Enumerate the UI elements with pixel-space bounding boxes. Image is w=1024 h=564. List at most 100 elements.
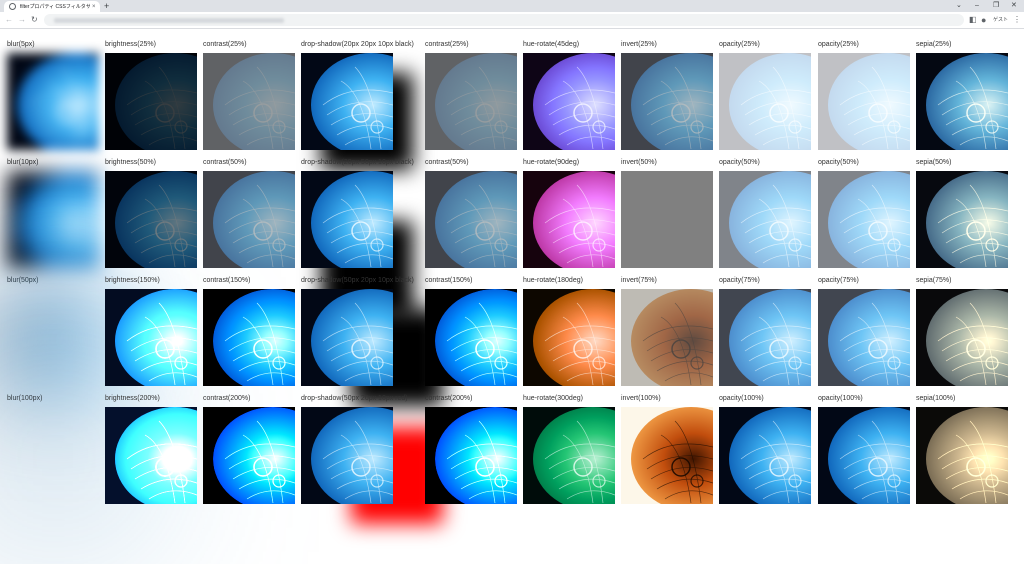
tab-bar: filterプロパティ CSSフィルタサンプル × + ⌄ – ❐ ✕: [0, 0, 1024, 12]
filter-label: contrast(200%): [425, 395, 473, 402]
browser-tab[interactable]: filterプロパティ CSSフィルタサンプル ×: [4, 1, 100, 12]
filter-label: brightness(200%): [105, 395, 160, 402]
filter-label: opacity(100%): [719, 395, 764, 402]
jellyfish-image: [916, 53, 1008, 150]
jellyfish-image: [425, 407, 517, 504]
jellyfish-image: [301, 53, 393, 150]
jellyfish-image: [105, 171, 197, 268]
filter-label: invert(25%): [621, 41, 657, 48]
filter-label: brightness(25%): [105, 41, 156, 48]
filter-label: contrast(150%): [425, 277, 473, 284]
jellyfish-image: [916, 171, 1008, 268]
jellyfish-image: [425, 289, 517, 386]
filter-label: hue-rotate(45deg): [523, 41, 580, 48]
filter-label: sepia(50%): [916, 159, 952, 166]
jellyfish-image: [818, 289, 910, 386]
jellyfish-image: [621, 53, 713, 150]
jellyfish-image: [916, 407, 1008, 504]
filter-label: brightness(150%): [105, 277, 160, 284]
filter-label: contrast(25%): [425, 41, 469, 48]
jellyfish-image: [425, 53, 517, 150]
forward-icon[interactable]: →: [18, 15, 26, 25]
menu-icon[interactable]: ⋮: [1013, 14, 1021, 26]
jellyfish-image: [105, 53, 197, 150]
jellyfish-image: [7, 171, 99, 268]
filter-label: opacity(100%): [818, 395, 863, 402]
profile-icon[interactable]: ●: [981, 14, 986, 26]
jellyfish-image: [621, 407, 713, 504]
filter-label: opacity(50%): [818, 159, 859, 166]
filter-label: drop-shadow(50px 20px 10px black): [301, 277, 414, 284]
filter-label: sepia(100%): [916, 395, 956, 402]
jellyfish-image: [203, 289, 295, 386]
filter-label: contrast(25%): [203, 41, 247, 48]
jellyfish-image: [523, 407, 615, 504]
jellyfish-image: [301, 171, 393, 268]
filter-grid: blur(5px) blur(10px) blur(50px) blur(100…: [0, 30, 1024, 564]
jellyfish-image: [301, 407, 393, 504]
globe-icon: [9, 3, 16, 10]
jellyfish-image: [203, 53, 295, 150]
filter-label: contrast(50%): [203, 159, 247, 166]
jellyfish-image: [621, 289, 713, 386]
back-icon[interactable]: ←: [5, 15, 13, 25]
jellyfish-image: [7, 53, 99, 150]
jellyfish-image: [719, 53, 811, 150]
filter-label: blur(50px): [7, 277, 39, 284]
filter-label: brightness(50%): [105, 159, 156, 166]
jellyfish-image: [719, 407, 811, 504]
filter-label: drop-shadow(20px 20px 10px black): [301, 41, 414, 48]
restore-button[interactable]: ❐: [993, 0, 999, 12]
tab-title: filterプロパティ CSSフィルタサンプル: [20, 4, 90, 10]
reload-icon[interactable]: ↻: [31, 15, 38, 25]
jellyfish-image: [301, 289, 393, 386]
address-bar[interactable]: [44, 14, 964, 26]
side-panel-icon[interactable]: ◧: [969, 14, 977, 26]
minimize-button[interactable]: –: [975, 0, 979, 12]
jellyfish-image: [203, 171, 295, 268]
filter-label: drop-shadow(50px 20px 10px red): [301, 395, 408, 402]
browser-toolbar: ← → ↻ ◧ ● ゲスト ⋮: [0, 12, 1024, 29]
jellyfish-image: [425, 171, 517, 268]
filter-label: invert(50%): [621, 159, 657, 166]
jellyfish-image: [7, 289, 99, 386]
filter-label: drop-shadow(20px 50px 10px black): [301, 159, 414, 166]
filter-label: contrast(200%): [203, 395, 251, 402]
filter-label: contrast(150%): [203, 277, 251, 284]
jellyfish-image: [818, 171, 910, 268]
jellyfish-image: [818, 53, 910, 150]
filter-label: opacity(25%): [818, 41, 859, 48]
jellyfish-image: [105, 289, 197, 386]
jellyfish-image: [105, 407, 197, 504]
filter-label: hue-rotate(180deg): [523, 277, 583, 284]
tab-search-icon[interactable]: ⌄: [956, 0, 962, 12]
filter-label: sepia(25%): [916, 41, 952, 48]
jellyfish-image: [523, 53, 615, 150]
jellyfish-image: [719, 289, 811, 386]
jellyfish-image: [203, 407, 295, 504]
jellyfish-image: [818, 407, 910, 504]
filter-label: blur(100px): [7, 395, 43, 402]
filter-label: sepia(75%): [916, 277, 952, 284]
filter-label: hue-rotate(90deg): [523, 159, 580, 166]
filter-label: opacity(75%): [818, 277, 859, 284]
jellyfish-image: [523, 171, 615, 268]
filter-label: contrast(50%): [425, 159, 469, 166]
close-window-button[interactable]: ✕: [1011, 0, 1017, 12]
guest-label[interactable]: ゲスト: [993, 14, 1008, 26]
new-tab-button[interactable]: +: [104, 0, 109, 12]
jellyfish-image: [719, 171, 811, 268]
filter-label: opacity(50%): [719, 159, 760, 166]
filter-label: blur(5px): [7, 41, 35, 48]
close-tab-icon[interactable]: ×: [92, 4, 96, 10]
filter-label: opacity(75%): [719, 277, 760, 284]
jellyfish-image: [523, 289, 615, 386]
jellyfish-image: [916, 289, 1008, 386]
filter-label: opacity(25%): [719, 41, 760, 48]
jellyfish-image: [7, 407, 99, 504]
filter-label: invert(75%): [621, 277, 657, 284]
filter-label: invert(100%): [621, 395, 661, 402]
url-text-blurred: [54, 18, 284, 23]
jellyfish-image: [621, 171, 713, 268]
filter-label: blur(10px): [7, 159, 39, 166]
